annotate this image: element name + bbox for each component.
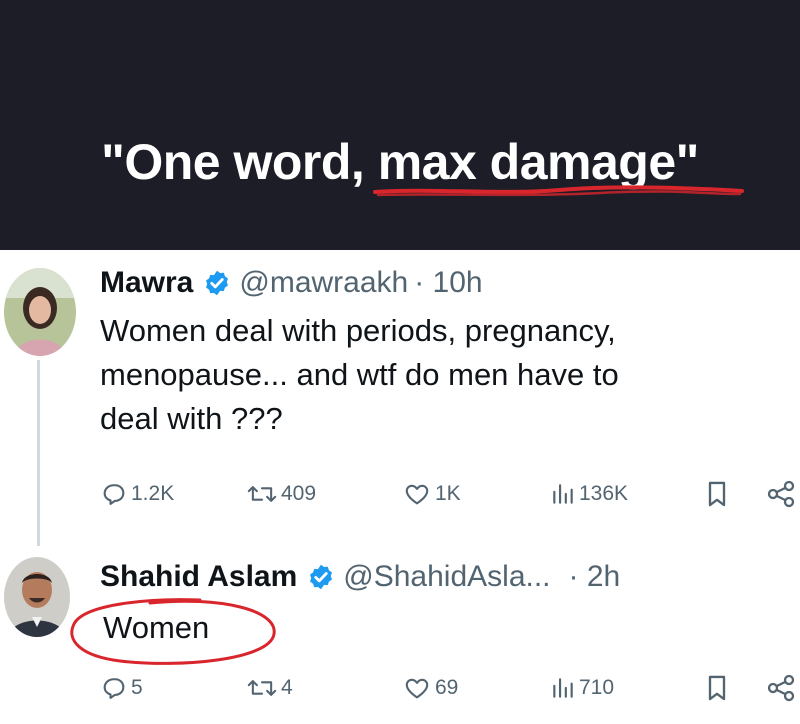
- headline-emphasis: max damage: [377, 134, 676, 190]
- headline-banner: "One word, max damage": [0, 0, 800, 250]
- tweet2-header: Shahid Aslam @ShahidAsla... · 2h: [100, 560, 620, 594]
- tweet2-reply-text: Women: [103, 610, 210, 645]
- tweet2-body: Women: [103, 606, 209, 650]
- tweet1-line: Women deal with periods, pregnancy,: [100, 313, 616, 348]
- share-icon: [767, 674, 795, 702]
- retweet-button[interactable]: 4: [246, 674, 293, 702]
- tweet2-handle[interactable]: @ShahidAsla...: [343, 560, 550, 594]
- reply-icon: [103, 678, 125, 699]
- views-icon: [553, 484, 573, 504]
- bookmark-button[interactable]: [705, 480, 732, 508]
- bookmark-icon: [708, 481, 726, 507]
- tweet2-time[interactable]: · 2h: [569, 560, 621, 594]
- bookmark-icon: [708, 675, 726, 701]
- share-button[interactable]: [765, 480, 800, 508]
- reply-button[interactable]: 1.2K: [100, 480, 174, 508]
- avatar-mawra[interactable]: [4, 268, 76, 356]
- retweet-button[interactable]: 409: [246, 480, 316, 508]
- like-button[interactable]: 1K: [402, 480, 461, 508]
- retweet-count: 4: [281, 676, 293, 699]
- like-count: 1K: [435, 482, 461, 505]
- reply-icon: [103, 484, 125, 505]
- tweet2-author-name[interactable]: Shahid Aslam: [100, 560, 297, 594]
- retweet-count: 409: [281, 482, 317, 505]
- headline-text: "One word, max damage": [0, 133, 800, 191]
- share-icon: [767, 480, 795, 508]
- tweet1-line: deal with ???: [100, 401, 283, 436]
- reply-count: 5: [131, 676, 143, 699]
- retweet-icon: [247, 680, 277, 696]
- like-count: 69: [435, 676, 459, 699]
- like-icon: [405, 678, 429, 699]
- views-count: 710: [579, 676, 615, 699]
- avatar-image-mawra: [4, 268, 76, 356]
- tweet1-line: menopause... and wtf do men have to: [100, 357, 619, 392]
- share-button[interactable]: [765, 674, 800, 702]
- like-icon: [405, 484, 429, 505]
- views-count: 136K: [579, 482, 629, 505]
- headline-part1: "One word,: [101, 134, 378, 190]
- tweet1-handle[interactable]: @mawraakh: [239, 266, 408, 300]
- avatar-shahid[interactable]: [4, 557, 70, 637]
- headline-part3: ": [675, 134, 700, 190]
- verified-badge-icon: [206, 270, 229, 296]
- tweet1-header: Mawra @mawraakh · 10h: [100, 266, 483, 300]
- reply-count: 1.2K: [131, 482, 175, 505]
- like-button[interactable]: 69: [402, 674, 458, 702]
- bookmark-button[interactable]: [705, 674, 732, 702]
- tweet1-action-bar: 1.2K 409 1K 136K: [100, 480, 800, 516]
- tweet1-time[interactable]: · 10h: [414, 266, 482, 300]
- verified-badge-icon: [310, 564, 333, 590]
- views-button[interactable]: 136K: [550, 480, 628, 508]
- avatar-image-shahid: [4, 557, 70, 637]
- tweet2-action-bar: 5 4 69 710: [100, 674, 800, 710]
- tweet1-body: Women deal with periods, pregnancy, meno…: [100, 309, 619, 441]
- red-scribble-underline: [373, 185, 744, 197]
- reply-button[interactable]: 5: [100, 674, 143, 702]
- retweet-icon: [247, 486, 277, 502]
- thread-connector-line: [37, 360, 40, 546]
- views-icon: [553, 678, 573, 698]
- views-button[interactable]: 710: [550, 674, 614, 702]
- tweet1-author-name[interactable]: Mawra: [100, 266, 193, 300]
